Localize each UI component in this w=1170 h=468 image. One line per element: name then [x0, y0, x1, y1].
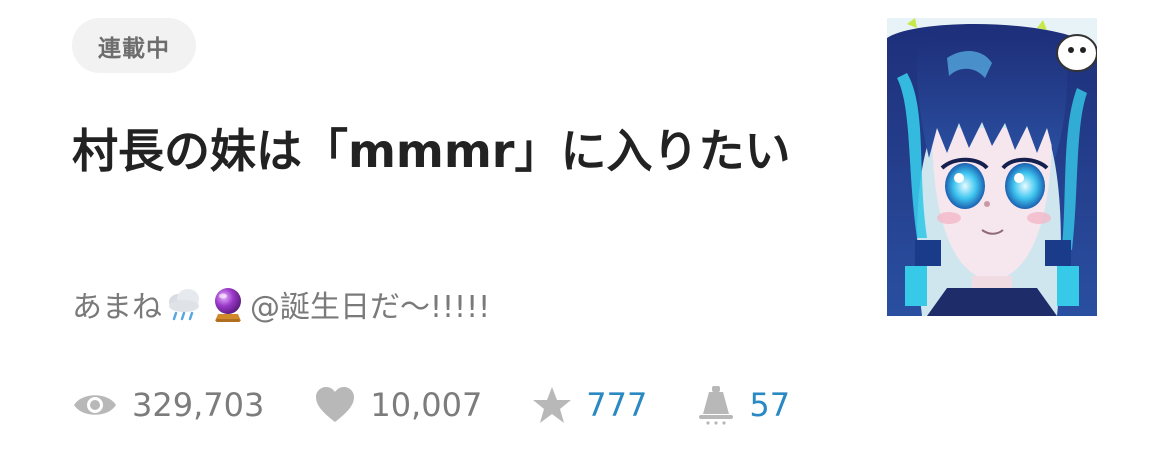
views-count: 329,703 [132, 386, 265, 424]
work-title[interactable]: 村長の妹は「mmmr」に入りたい [72, 118, 842, 184]
likes-stat[interactable]: 10,007 [314, 386, 482, 424]
author-line[interactable]: あまね @誕生日だ〜!!!!! [72, 282, 490, 326]
status-badge-label: 連載中 [98, 35, 170, 62]
comments-stat[interactable]: 57 [697, 385, 790, 425]
eye-icon [72, 390, 118, 420]
views-stat: 329,703 [72, 386, 264, 424]
star-icon [532, 386, 572, 424]
crystal-ball-icon [208, 284, 248, 324]
likes-count: 10,007 [370, 386, 483, 424]
cover-thumbnail[interactable] [887, 18, 1097, 316]
author-name-suffix: @誕生日だ〜!!!!! [250, 290, 491, 325]
spotlight-icon [697, 385, 735, 425]
heart-icon [314, 386, 356, 424]
comments-count: 57 [749, 386, 791, 424]
status-badge: 連載中 [72, 18, 196, 73]
cloud-rain-icon [164, 284, 204, 324]
stats-row: 329,703 10,007 777 57 [72, 380, 840, 430]
stars-count: 777 [586, 386, 648, 424]
author-name: あまね [72, 290, 162, 325]
stars-stat[interactable]: 777 [532, 386, 647, 424]
